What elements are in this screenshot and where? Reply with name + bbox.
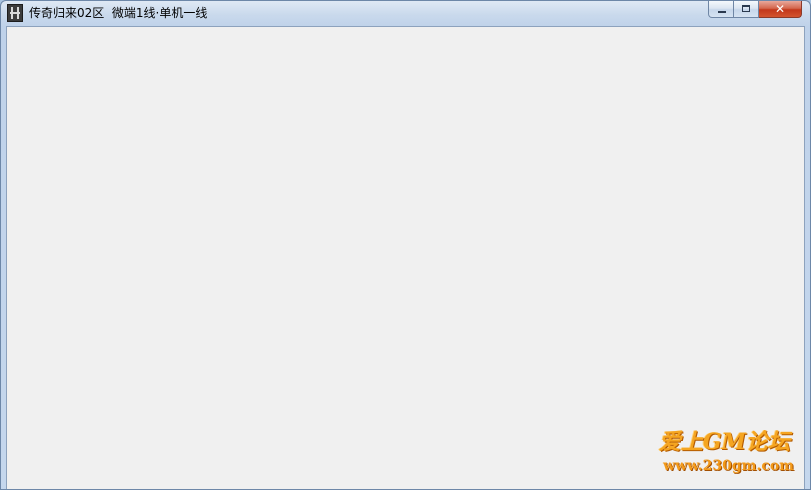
close-icon: ✕ (774, 2, 786, 16)
game-client-window: 传奇归来02区 微端1线·单机一线 ✕ 爱上GM论坛 www.230gm.com (0, 0, 811, 490)
caption-buttons: ✕ (708, 1, 802, 19)
client-area[interactable]: 爱上GM论坛 www.230gm.com (6, 26, 805, 489)
window-title: 传奇归来02区 微端1线·单机一线 (29, 6, 208, 20)
title-bar[interactable]: 传奇归来02区 微端1线·单机一线 ✕ (1, 1, 810, 26)
minimize-icon (718, 11, 726, 13)
minimize-button[interactable] (708, 1, 734, 18)
maximize-icon (742, 5, 750, 12)
app-icon[interactable] (7, 4, 23, 22)
app-icon-bar (10, 12, 20, 14)
watermark-title: 爱上GM论坛 (658, 429, 790, 455)
watermark: 爱上GM论坛 www.230gm.com (624, 429, 794, 481)
watermark-url: www.230gm.com (663, 458, 794, 474)
maximize-button[interactable] (734, 1, 759, 18)
close-button[interactable]: ✕ (759, 1, 802, 18)
